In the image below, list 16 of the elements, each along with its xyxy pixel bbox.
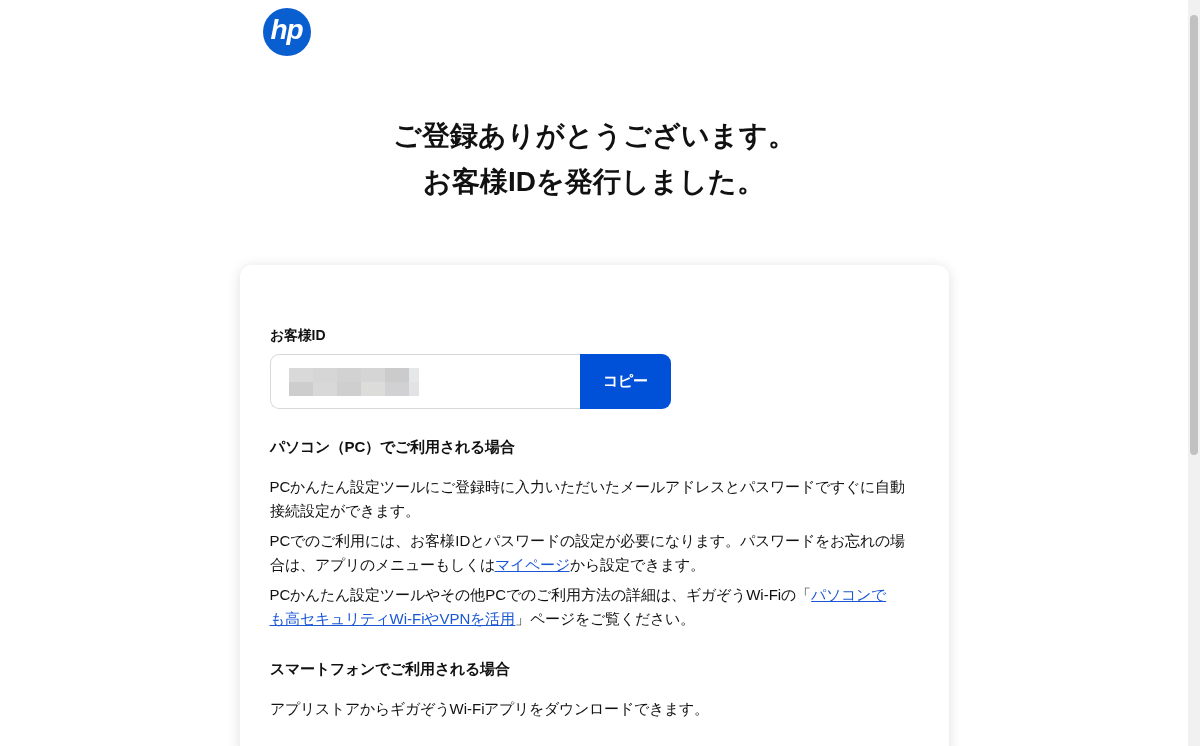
page-heading: ご登録ありがとうございます。 お客様IDを発行しました。: [391, 119, 797, 199]
paragraph: PCでのご利用には、お客様IDとパスワードの設定が必要になります。パスワードをお忘れの場合は、アプリのメニューもしくはマイページから設定できます。: [269, 531, 907, 575]
paragraph: PCかんたん設定ツールにご登録時に入力いただいたメールアドレスとパスワードですぐに自動接続設定ができます。: [269, 477, 907, 521]
paragraph: アプリストアからギガぞうWi-Fiアプリをダウンロードできます。: [269, 699, 711, 719]
scrollbar-thumb[interactable]: [1190, 15, 1198, 455]
link[interactable]: パソコンで: [811, 586, 887, 603]
section-heading: パソコン（PC）でご利用される場合: [269, 438, 517, 457]
copy-button[interactable]: コピー: [579, 354, 671, 409]
id-field[interactable]: [269, 354, 580, 409]
section-heading: スマートフォンでご利用される場合: [269, 660, 511, 679]
paragraph: PCかんたん設定ツールやその他PCでのご利用方法の詳細は、ギガぞうWi-Fiの「パソコンで も高セキュリティWi-FiやVPNを活用」ページをご覧ください。: [269, 585, 888, 629]
link[interactable]: も高セキュリティWi-FiやVPNを活用: [269, 610, 516, 627]
hp-logo: hp: [262, 8, 311, 56]
field-label: お客様ID: [269, 327, 327, 345]
scrollbar[interactable]: [1188, 0, 1200, 746]
link[interactable]: マイページ: [494, 556, 570, 573]
